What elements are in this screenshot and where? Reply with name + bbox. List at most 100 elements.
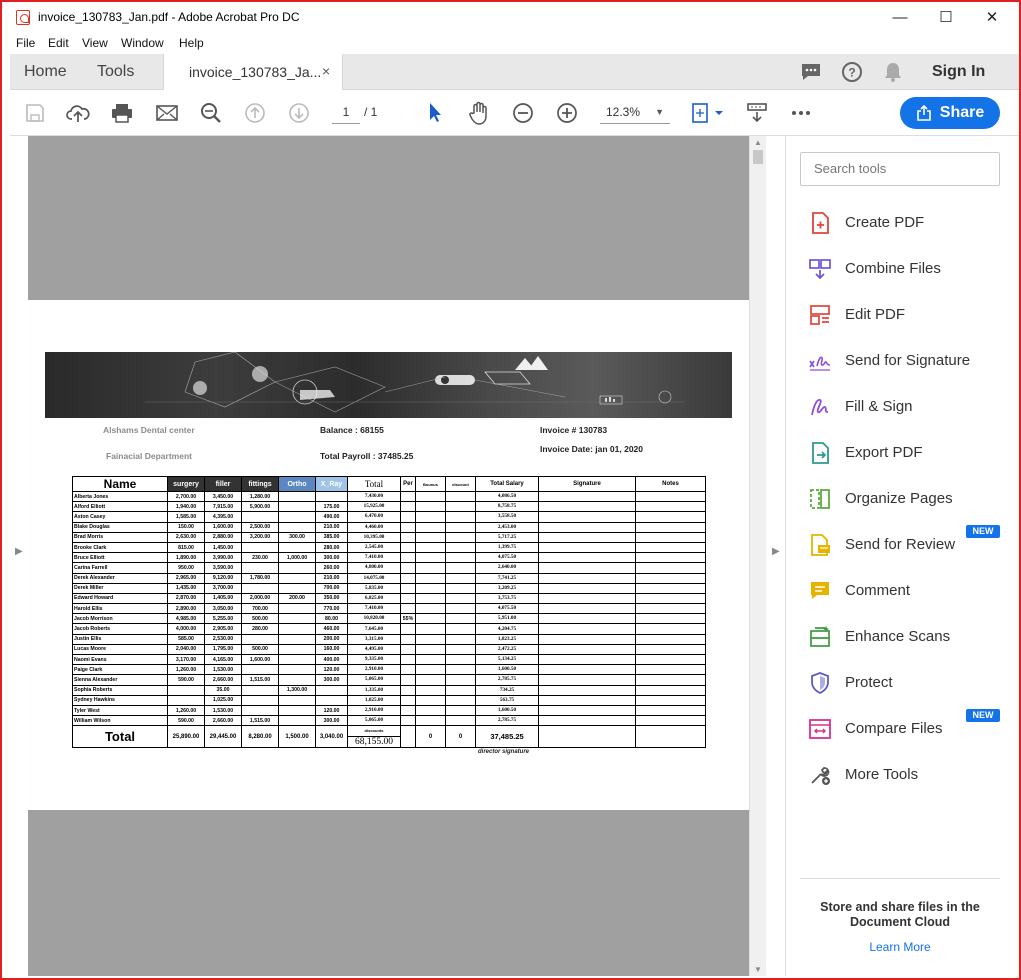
cell-filler: 1,600.00 [204,521,242,533]
save-icon[interactable] [22,100,48,126]
scroll-down-icon[interactable]: ▼ [754,965,762,974]
help-icon[interactable]: ? [840,60,864,84]
scroll-mode-icon[interactable] [744,100,770,126]
send-signature-icon [808,349,832,373]
scroll-up-icon[interactable]: ▲ [754,138,762,147]
scrollbar-thumb[interactable] [753,150,763,164]
cell-salary: 2,640.00 [475,562,539,574]
cell-salary: 1,399.75 [475,541,539,554]
cell-surgery [167,684,205,696]
menu-file[interactable]: File [16,36,35,50]
protect-icon [808,671,832,695]
cell-fittings: 2,000.00 [241,592,279,605]
email-icon[interactable] [154,100,180,126]
close-window-button[interactable]: ✕ [969,2,1015,32]
cell-ortho [278,715,316,727]
cell-empty [445,623,476,635]
menu-view[interactable]: View [82,36,108,50]
cell-empty [445,501,476,513]
tool-comment[interactable]: Comment [808,576,1008,606]
learn-more-link[interactable]: Learn More [800,940,1000,954]
minimize-button[interactable]: — [877,2,923,32]
cell-empty [635,541,706,554]
col-ortho: Ortho [278,476,316,492]
totals-label: Total [72,725,168,749]
cell-empty [415,562,446,574]
cell-ortho [278,582,316,594]
cell-xray: 350.00 [315,592,348,605]
tool-send-signature[interactable]: Send for Signature [808,346,1008,376]
sign-in-link[interactable]: Sign In [932,63,985,81]
hand-tool-icon[interactable] [466,100,492,126]
cell-filler: 2,530.00 [204,633,242,645]
maximize-button[interactable]: ☐ [923,2,969,32]
cell-empty [445,643,476,656]
cell-filler: 3,700.00 [204,582,242,594]
vertical-scrollbar[interactable]: ▲ ▼ [749,136,766,976]
close-tab-icon[interactable]: × [322,63,330,79]
notifications-bell-icon[interactable] [881,60,905,84]
cell-fittings [241,562,279,574]
tool-enhance-scans[interactable]: Enhance Scans [808,622,1008,652]
cell-empty [538,674,636,686]
cell-xray: 400.00 [315,653,348,666]
tool-create-pdf[interactable]: Create PDF [808,208,1008,238]
print-icon[interactable] [109,100,135,126]
cell-fittings [241,582,279,594]
tool-export-pdf[interactable]: Export PDF [808,438,1008,468]
page-fit-icon[interactable] [690,100,726,126]
cell-empty [635,501,706,513]
cell-per: 55% [400,613,416,625]
select-cursor-icon[interactable] [422,100,448,126]
previous-page-icon[interactable] [242,100,268,126]
cell-ortho [278,603,316,615]
tool-protect[interactable]: Protect [808,668,1008,698]
tool-more-tools[interactable]: More Tools [808,760,1008,790]
right-panel-toggle[interactable]: ▶ [766,136,785,976]
tool-edit-pdf[interactable]: Edit PDF [808,300,1008,330]
cell-empty [635,643,706,656]
cell-ortho [278,490,316,503]
menu-window[interactable]: Window [121,36,164,50]
upload-cloud-icon[interactable] [65,100,91,126]
col-name: Name [72,476,168,492]
cell-name: William Wilson [72,715,168,727]
zoom-level-select[interactable]: 12.3% ▼ [600,102,670,124]
zoom-in-icon[interactable] [554,100,580,126]
zoom-level-value: 12.3% [606,105,641,119]
col-xray: X_Ray [315,476,348,492]
total-surgery: 25,890.00 [167,725,205,749]
search-tools-input[interactable]: Search tools [800,152,1000,186]
zoom-out-icon[interactable] [510,100,536,126]
tool-fill-sign[interactable]: Fill & Sign [808,392,1008,422]
cell-empty [538,633,636,645]
new-badge-review: NEW [966,525,1000,538]
tool-label: Enhance Scans [845,628,951,645]
share-button[interactable]: Share [900,97,1000,129]
total-ortho: 1,500.00 [278,725,316,749]
page-number-input[interactable]: 1 [332,102,360,124]
cell-surgery: 950.00 [167,562,205,574]
tab-home[interactable]: Home [24,63,67,81]
tab-document[interactable]: invoice_130783_Ja... × [163,54,343,90]
cell-ortho [278,613,316,625]
chat-icon[interactable] [799,60,823,84]
tool-organize-pages[interactable]: Organize Pages [808,484,1008,514]
left-panel-toggle[interactable]: ▶ [10,136,28,976]
menu-edit[interactable]: Edit [48,36,69,50]
total-fittings: 8,280.00 [241,725,279,749]
next-page-icon[interactable] [286,100,312,126]
tool-combine-files[interactable]: Combine Files [808,254,1008,284]
find-zoom-icon[interactable] [198,100,224,126]
page-canvas[interactable]: Alshams Dental center Fainacial Departme… [28,136,749,976]
more-options-icon[interactable] [788,100,814,126]
cell-ortho: 200.00 [278,592,316,605]
cell-per [400,552,416,564]
tab-tools[interactable]: Tools [97,63,134,81]
cell-per [400,715,416,727]
cell-surgery: 3,170.00 [167,653,205,666]
cell-xray: 200.00 [315,633,348,645]
menu-help[interactable]: Help [179,36,204,50]
cell-fittings: 1,515.00 [241,674,279,686]
cell-xray [315,684,348,696]
